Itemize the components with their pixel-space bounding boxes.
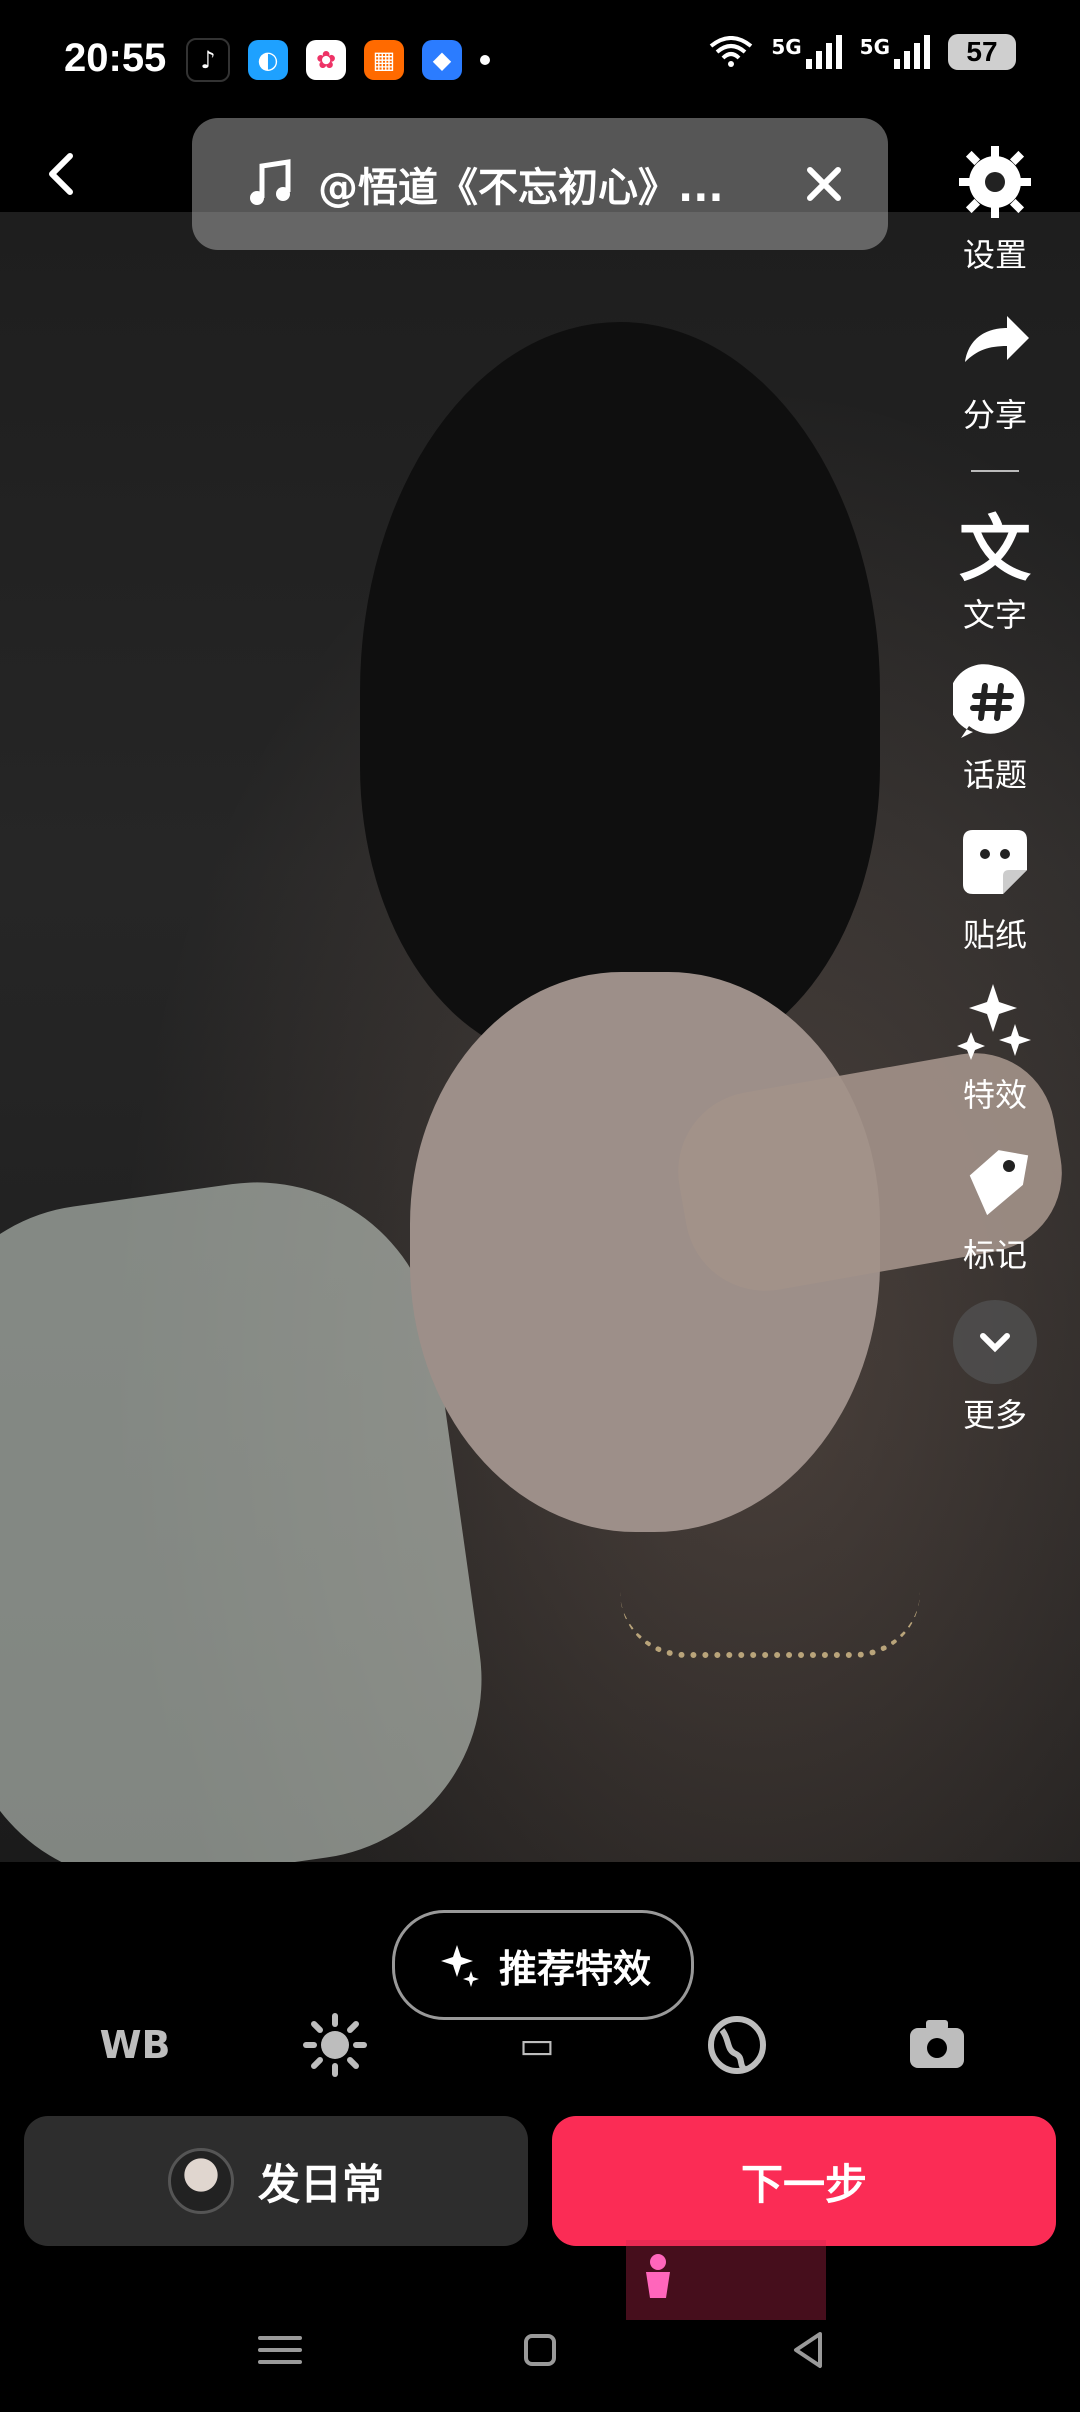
gear-icon	[959, 146, 1031, 218]
necklace-shape	[620, 1592, 920, 1658]
signal-5g-2: 5G	[860, 35, 930, 69]
tool-label: 文字	[962, 596, 1027, 634]
notification-icons: ♪ ◐ ✿ ▦ ◆	[186, 38, 490, 82]
next-step-button[interactable]: 下一步	[552, 2116, 1056, 2246]
sticker-icon	[963, 830, 1027, 894]
post-daily-label: 发日常	[257, 2159, 384, 2209]
tool-settings[interactable]: 设置	[953, 140, 1037, 276]
hashtag-icon	[953, 664, 1025, 738]
flip-camera-icon[interactable]	[902, 2010, 972, 2080]
music-selector[interactable]: @悟道《不忘初心》...	[192, 118, 888, 250]
signal-5g-1: 5G	[771, 35, 842, 69]
sparkle-icon	[957, 984, 1031, 1060]
share-icon	[965, 316, 1029, 362]
more-notifications-icon	[480, 55, 490, 65]
tag-icon	[969, 1150, 1029, 1216]
app-icon: ▦	[364, 40, 404, 80]
tool-tag[interactable]: 标记	[953, 1140, 1037, 1276]
tool-label: 贴纸	[962, 916, 1027, 954]
wifi-icon	[710, 36, 753, 67]
tool-label: 分享	[962, 396, 1027, 434]
status-time: 20:55	[64, 36, 167, 80]
tool-label: 更多	[962, 1396, 1027, 1434]
brightness-icon[interactable]	[300, 2010, 370, 2080]
system-icons: 5G 5G 57	[709, 34, 1016, 70]
text-icon: 文	[958, 506, 1031, 591]
battery-indicator: 57	[948, 34, 1016, 70]
tiktok-icon: ♪	[186, 38, 230, 82]
tool-text[interactable]: 文 文字	[953, 500, 1037, 636]
back-icon[interactable]	[40, 150, 88, 198]
tool-label: 话题	[962, 756, 1027, 794]
tool-hashtag[interactable]: 话题	[953, 660, 1037, 796]
tool-effects[interactable]: 特效	[953, 980, 1037, 1116]
toolbar-separator	[971, 470, 1019, 472]
recommended-effects-label: 推荐特效	[498, 1946, 651, 1991]
music-title: @悟道《不忘初心》...	[318, 165, 724, 211]
chevron-down-icon	[953, 1300, 1037, 1384]
music-note-icon	[250, 159, 291, 205]
photos-icon: ✿	[306, 40, 346, 80]
tool-more[interactable]: 更多	[953, 1300, 1037, 1436]
globe-icon[interactable]	[702, 2010, 772, 2080]
browser-icon: ◆	[422, 40, 462, 80]
tool-label: 标记	[962, 1236, 1027, 1274]
back-nav-icon[interactable]	[780, 2320, 840, 2380]
sparkle-icon	[440, 1945, 479, 1987]
home-icon[interactable]	[510, 2320, 570, 2380]
hair-shape	[360, 322, 880, 1062]
tool-label: 特效	[962, 1076, 1027, 1114]
close-icon[interactable]	[796, 156, 852, 212]
network-label-2: 5G	[859, 35, 890, 59]
tool-share[interactable]: 分享	[953, 300, 1037, 436]
right-toolbar: 设置 分享 文 文字 话题 贴纸 特效 标记 更多	[930, 140, 1060, 1460]
preview-image	[0, 212, 1080, 1862]
tool-label: 设置	[962, 236, 1027, 274]
status-bar: 20:55 ♪ ◐ ✿ ▦ ◆ 5G 5G 57	[0, 0, 1080, 120]
qq-icon: ◐	[248, 40, 288, 80]
menu-icon[interactable]	[250, 2320, 310, 2380]
recommended-effects-button[interactable]: 推荐特效	[392, 1910, 694, 2020]
avatar	[167, 2148, 234, 2214]
wb-button[interactable]: WB	[100, 2010, 171, 2080]
tool-sticker[interactable]: 贴纸	[953, 820, 1037, 956]
next-step-label: 下一步	[740, 2159, 867, 2209]
gallery-icon[interactable]: ▭	[502, 2010, 572, 2080]
camera-preview[interactable]	[0, 212, 1080, 1862]
post-daily-button[interactable]: 发日常	[24, 2116, 528, 2246]
network-label-1: 5G	[771, 35, 802, 59]
